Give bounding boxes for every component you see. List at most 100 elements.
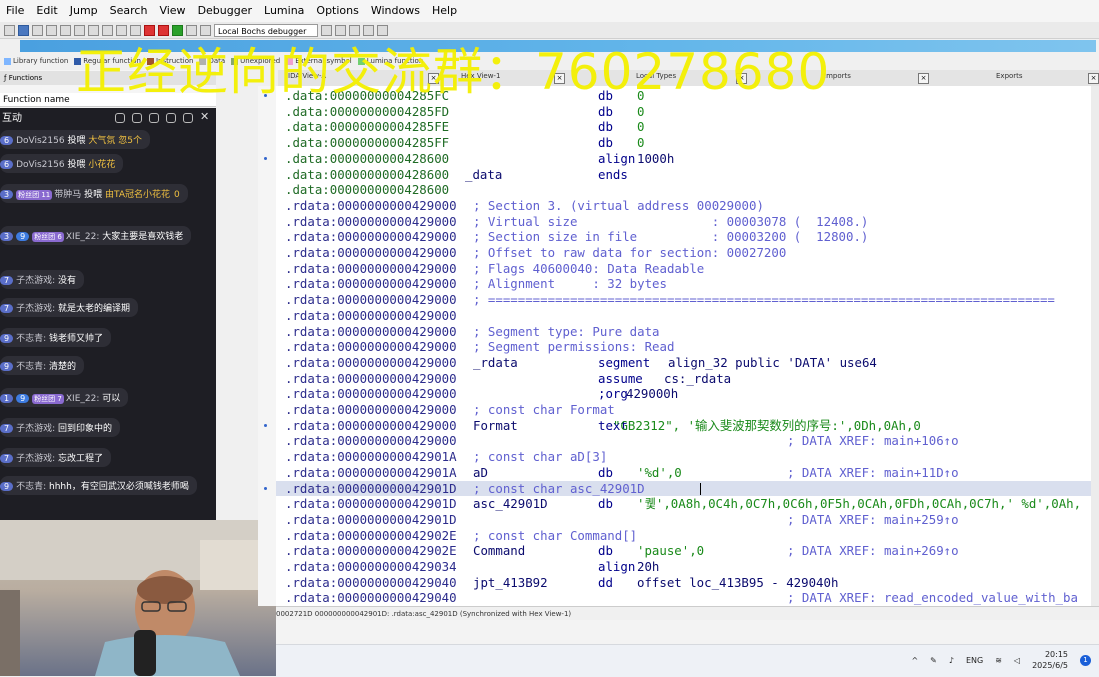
language-indicator[interactable]: ENG (966, 656, 983, 665)
code-operands: 20h (637, 559, 660, 574)
menu-help[interactable]: Help (426, 0, 463, 22)
close-icon[interactable]: ✕ (200, 111, 210, 123)
chat-message: 9 不志青: 钱老师又帅了 (0, 328, 112, 347)
code-line[interactable]: .rdata:0000000000429000 ; Offset to raw d… (276, 245, 1091, 261)
tab-close-icon[interactable]: × (918, 73, 929, 84)
code-address: .rdata:0000000000429040 (285, 574, 457, 590)
code-line[interactable]: .rdata:000000000042902E ; const char Comm… (276, 528, 1091, 544)
code-comment: ; Segment permissions: Read (473, 339, 675, 355)
code-line[interactable]: .rdata:000000000042901A ; const char aD[3… (276, 449, 1091, 465)
code-line[interactable]: .rdata:0000000000429000 ; Section size in… (276, 229, 1091, 245)
code-line[interactable]: .data:0000000000428600 align 1000h (276, 151, 1091, 167)
code-line[interactable]: .rdata:0000000000429034 align 20h (276, 559, 1091, 575)
share-icon[interactable] (115, 113, 125, 123)
code-line[interactable]: .rdata:0000000000429000 Format text "GB2312… (276, 418, 1091, 434)
functions-title: Functions (8, 74, 43, 82)
code-mnemonic: db (598, 103, 613, 119)
chat-username[interactable]: 带肿马 (54, 190, 81, 200)
code-line[interactable]: .rdata:0000000000429040 ; DATA XREF: read… (276, 590, 1091, 606)
chat-text: 可以 (102, 394, 121, 404)
code-mnemonic: dd (598, 574, 613, 590)
code-line[interactable]: .rdata:0000000000429000 ; Alignment : 32 … (276, 276, 1091, 292)
chat-message: 3 9 粉丝团 6 XIE_22: 大家主要是喜欢钱老 (0, 226, 192, 245)
code-operands: cs:_rdata (664, 370, 732, 386)
fan-club-badge: 粉丝团 6 (32, 232, 64, 242)
code-line[interactable]: .rdata:000000000042901A aD db '%d',0 ; DATA … (276, 465, 1091, 481)
menu-file[interactable]: File (0, 0, 30, 22)
chat-title: 互动 (2, 113, 22, 124)
code-line[interactable]: .rdata:000000000042902E Command db 'pause',… (276, 543, 1091, 559)
bulb-icon[interactable] (166, 113, 176, 123)
streamer-image (0, 520, 276, 676)
code-line[interactable]: .rdata:0000000000429000 ; const char Form… (276, 402, 1091, 418)
code-line[interactable]: .rdata:000000000042901D asc_42901D db '퀯',0… (276, 496, 1091, 512)
code-line[interactable]: .rdata:0000000000429040 jpt_413B92 dd offse… (276, 575, 1091, 591)
legend-label: Library function (13, 57, 69, 65)
code-line[interactable]: .data:00000000004285FE db 0 (276, 119, 1091, 135)
tab-exports[interactable]: Exports (996, 72, 1023, 80)
chevron-up-icon[interactable]: ^ (911, 656, 918, 665)
code-line[interactable]: .data:0000000000428600 (276, 182, 1091, 198)
code-line[interactable]: .rdata:0000000000429000 ; ===============… (276, 292, 1091, 308)
graph-icon[interactable] (60, 24, 71, 36)
chat-username[interactable]: DoVis2156 (16, 160, 65, 170)
pen-icon[interactable]: ✎ (930, 656, 937, 665)
code-address: .rdata:0000000000429034 (285, 559, 457, 574)
chat-username[interactable]: 子杰游戏: (16, 454, 55, 464)
back-icon[interactable] (32, 24, 43, 36)
menu-edit[interactable]: Edit (30, 0, 63, 22)
code-line[interactable]: .rdata:0000000000429000 ; Segment type: P… (276, 324, 1091, 340)
microphone-icon[interactable]: ♪ (949, 656, 954, 665)
wifi-icon[interactable]: ≋ (995, 656, 1002, 665)
tab-close-icon[interactable]: × (1088, 73, 1099, 84)
chat-text: 就是太老的编译期 (58, 304, 131, 314)
chat-username[interactable]: 不志青: (16, 334, 46, 344)
code-line[interactable]: .rdata:0000000000429000 _rdata segment alig… (276, 355, 1091, 371)
menu-options[interactable]: Options (310, 0, 364, 22)
forward-icon[interactable] (46, 24, 57, 36)
chat-username[interactable]: 子杰游戏: (16, 424, 55, 434)
chat-username[interactable]: XIE_22: (66, 394, 100, 404)
code-address: .rdata:0000000000429000 (285, 354, 457, 370)
lock-icon[interactable] (149, 113, 159, 123)
pin-icon[interactable] (132, 113, 142, 123)
code-label: Format (473, 417, 518, 433)
menu-lumina[interactable]: Lumina (258, 0, 310, 22)
chat-username[interactable]: 子杰游戏: (16, 276, 55, 286)
menu-jump[interactable]: Jump (64, 0, 104, 22)
chat-username[interactable]: 不志青: (16, 362, 46, 372)
code-line[interactable]: .rdata:0000000000429000 (276, 308, 1091, 324)
code-line[interactable]: .rdata:0000000000429000 ; Flags 40600040:… (276, 261, 1091, 277)
code-line[interactable]: .rdata:0000000000429000 ;org 429000h (276, 386, 1091, 402)
chat-message: 7 子杰游戏: 没有 (0, 270, 85, 289)
code-line[interactable]: .data:0000000000428600 _data ends (276, 167, 1091, 183)
chat-username[interactable]: DoVis2156 (16, 136, 65, 146)
code-line[interactable]: .rdata:000000000042901D ; DATA XREF: main… (276, 512, 1091, 528)
notification-badge[interactable]: 1 (1080, 654, 1091, 666)
menu-windows[interactable]: Windows (365, 0, 426, 22)
chat-username[interactable]: 不志青: (16, 482, 46, 492)
chat-username[interactable]: XIE_22: (66, 232, 100, 242)
ida-disassembly-view[interactable]: .data:00000000004285FC db 0 .data:000000000… (276, 86, 1091, 606)
chat-username[interactable]: 子杰游戏: (16, 304, 55, 314)
code-line[interactable]: .rdata:0000000000429000 ; Segment permiss… (276, 339, 1091, 355)
code-address: .data:00000000004285FF (285, 135, 450, 151)
code-line[interactable]: .data:00000000004285FD db 0 (276, 104, 1091, 120)
clock[interactable]: 20:15 2025/6/5 (1032, 649, 1068, 671)
save-icon[interactable] (18, 24, 29, 36)
horizontal-scrollbar[interactable] (276, 620, 1099, 644)
code-xref-comment: ; DATA XREF: main+259↑o (787, 511, 959, 527)
code-line[interactable]: .data:00000000004285FF db 0 (276, 135, 1091, 151)
code-line[interactable]: .rdata:0000000000429000 ; Section 3. (vir… (276, 198, 1091, 214)
code-line[interactable]: .rdata:0000000000429000 ; Virtual size : … (276, 214, 1091, 230)
code-line[interactable]: .rdata:000000000042901D ; const char asc_… (276, 480, 1091, 497)
menu-search[interactable]: Search (104, 0, 154, 22)
menu-debugger[interactable]: Debugger (192, 0, 258, 22)
volume-icon[interactable]: ◁ (1014, 656, 1020, 665)
code-line[interactable]: .rdata:0000000000429000 ; DATA XREF: main… (276, 433, 1091, 449)
settings-icon[interactable] (183, 113, 193, 123)
open-icon[interactable] (4, 24, 15, 36)
vertical-scrollbar[interactable] (1091, 86, 1099, 606)
menu-view[interactable]: View (153, 0, 191, 22)
code-line[interactable]: .rdata:0000000000429000 assume cs:_rdata (276, 371, 1091, 387)
